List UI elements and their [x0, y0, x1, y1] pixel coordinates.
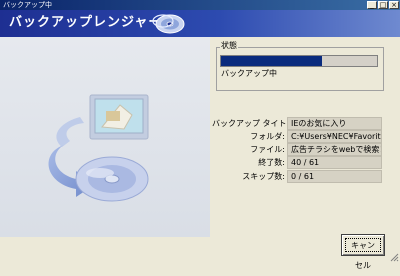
skipped-count-label: スキップ数: — [242, 172, 285, 181]
status-message: バックアップ中 — [221, 69, 277, 78]
completed-count-label: 終了数: — [258, 158, 285, 167]
progress-fill — [221, 56, 323, 66]
illustration-panel — [0, 37, 210, 237]
title-bar[interactable]: バックアップ中 _ □ × — [0, 0, 400, 10]
app-header: バックアップレンジャー — [0, 10, 400, 37]
backup-progress-bar — [220, 55, 378, 67]
file-label: ファイル: — [250, 145, 285, 154]
skipped-count-value: 0 / 61 — [287, 170, 382, 183]
folder-value: C:¥Users¥NEC¥Favorites¥F — [287, 130, 382, 143]
file-value: 広告チラシをwebで検索！広 — [287, 143, 382, 156]
cancel-button[interactable]: キャンセル — [341, 234, 385, 270]
completed-count-value: 40 / 61 — [287, 156, 382, 169]
folder-label: フォルダ: — [250, 132, 285, 141]
cd-disc-icon — [152, 14, 185, 34]
status-group-label: 状態 — [220, 41, 238, 51]
backup-illustration-icon — [48, 94, 149, 202]
minimize-button[interactable]: _ — [367, 1, 377, 9]
backup-title-value: IEのお気に入り — [287, 117, 382, 130]
app-title: バックアップレンジャー — [9, 15, 163, 30]
close-button[interactable]: × — [389, 1, 399, 9]
backup-title-label: バックアップ タイトル: — [212, 119, 298, 128]
resize-grip-icon[interactable] — [389, 252, 399, 262]
backup-progress-window: バックアップ中 _ □ × バックアップレンジャー 状態 バックアップ中 バック… — [0, 0, 400, 270]
maximize-button[interactable]: □ — [378, 1, 388, 9]
window-title: バックアップ中 — [3, 1, 52, 9]
